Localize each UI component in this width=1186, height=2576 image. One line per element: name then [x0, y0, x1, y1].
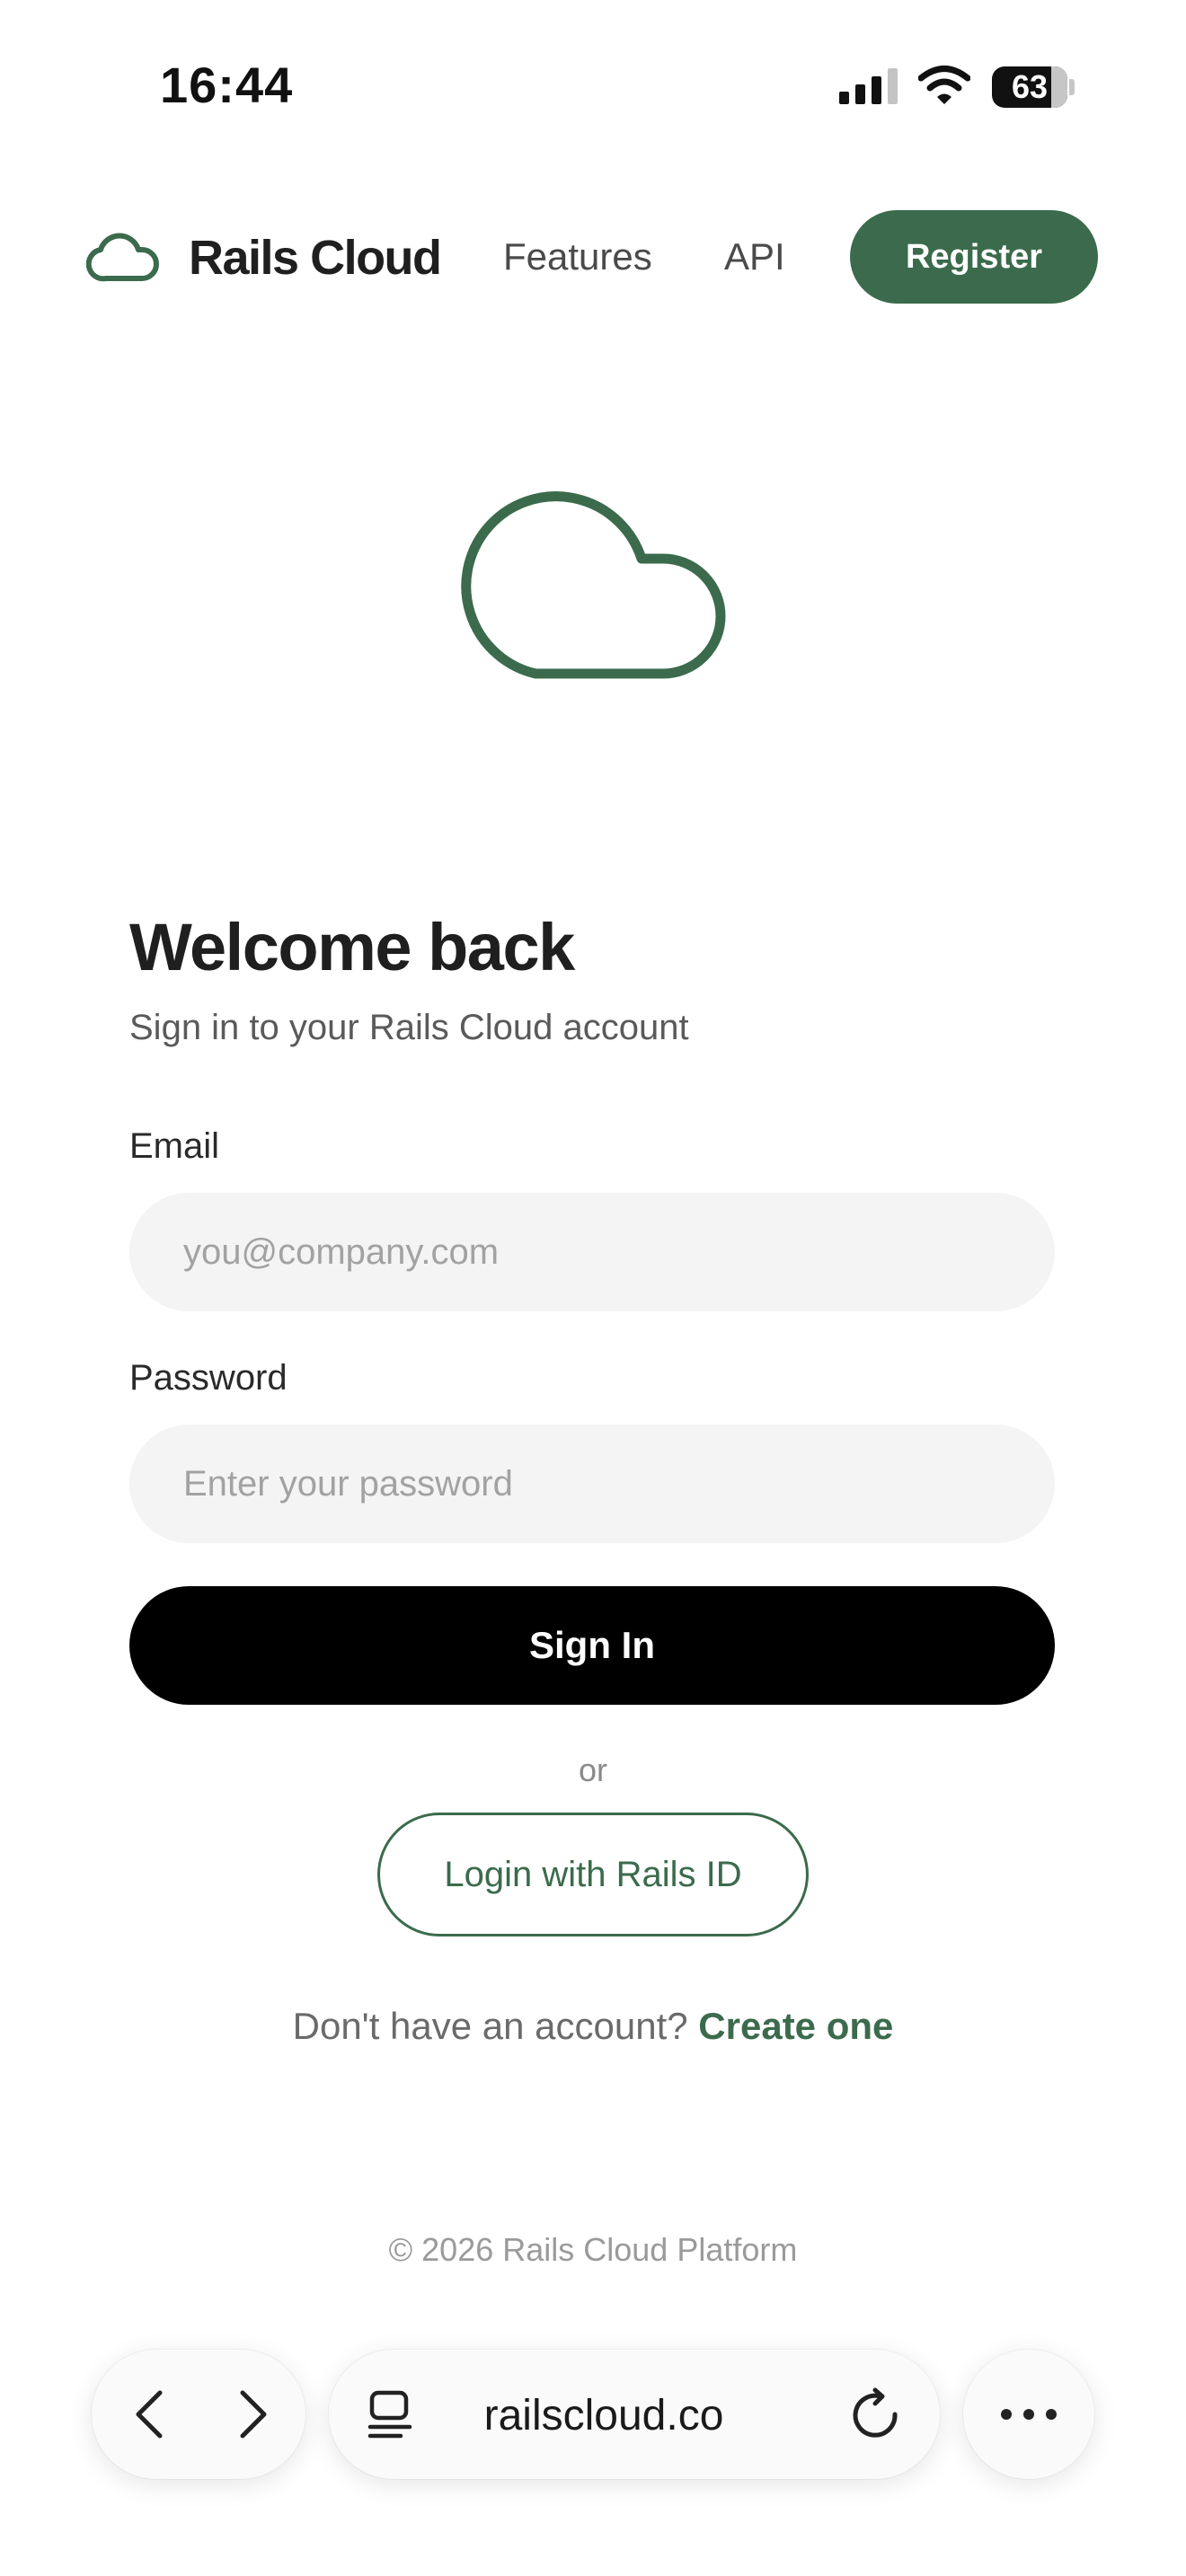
- battery-icon: 63: [992, 66, 1067, 108]
- back-icon[interactable]: [126, 2387, 176, 2441]
- browser-nav-pill: [92, 2350, 305, 2479]
- more-menu-pill[interactable]: [963, 2350, 1094, 2479]
- nav-link-api[interactable]: API: [724, 235, 785, 278]
- wifi-icon: [918, 66, 970, 104]
- more-options-icon[interactable]: [997, 2400, 1060, 2429]
- page: 16:44 63 Rails Cloud Features API Regist…: [0, 0, 1186, 2576]
- create-account-link[interactable]: Create one: [698, 2005, 893, 2047]
- cloud-logo-icon[interactable]: [86, 226, 160, 284]
- sign-in-button[interactable]: Sign In: [129, 1586, 1055, 1705]
- forward-icon[interactable]: [226, 2387, 277, 2441]
- login-rails-id-button[interactable]: Login with Rails ID: [377, 1813, 809, 1936]
- email-field[interactable]: [129, 1193, 1055, 1311]
- browser-toolbar: railscloud.co: [0, 2344, 1186, 2488]
- brand-name[interactable]: Rails Cloud: [189, 230, 442, 286]
- page-title: Welcome back: [129, 910, 575, 984]
- status-time: 16:44: [160, 57, 294, 113]
- battery-nub: [1069, 79, 1075, 95]
- top-nav: Rails Cloud Features API Register: [0, 207, 1186, 305]
- reload-icon[interactable]: [852, 2387, 902, 2441]
- register-button[interactable]: Register: [850, 210, 1098, 304]
- signup-prompt: Don't have an account?: [292, 2005, 688, 2047]
- address-bar[interactable]: railscloud.co: [329, 2350, 940, 2479]
- password-field[interactable]: [129, 1425, 1055, 1543]
- or-divider: or: [578, 1751, 607, 1788]
- cloud-hero-icon: [461, 491, 726, 679]
- url-text[interactable]: railscloud.co: [415, 2391, 792, 2440]
- password-label: Password: [129, 1358, 288, 1398]
- tabs-icon[interactable]: [367, 2389, 415, 2441]
- cellular-signal-icon: [839, 68, 898, 104]
- battery-level: 63: [1011, 68, 1049, 105]
- nav-link-features[interactable]: Features: [503, 235, 652, 278]
- status-bar: 16:44 63: [0, 0, 1186, 171]
- signup-prompt-row: Don't have an account? Create one: [0, 2005, 1186, 2048]
- footer-copyright: © 2026 Rails Cloud Platform: [388, 2231, 798, 2268]
- page-subtitle: Sign in to your Rails Cloud account: [129, 1008, 689, 1047]
- email-label: Email: [129, 1126, 220, 1166]
- home-indicator: [471, 2547, 715, 2556]
